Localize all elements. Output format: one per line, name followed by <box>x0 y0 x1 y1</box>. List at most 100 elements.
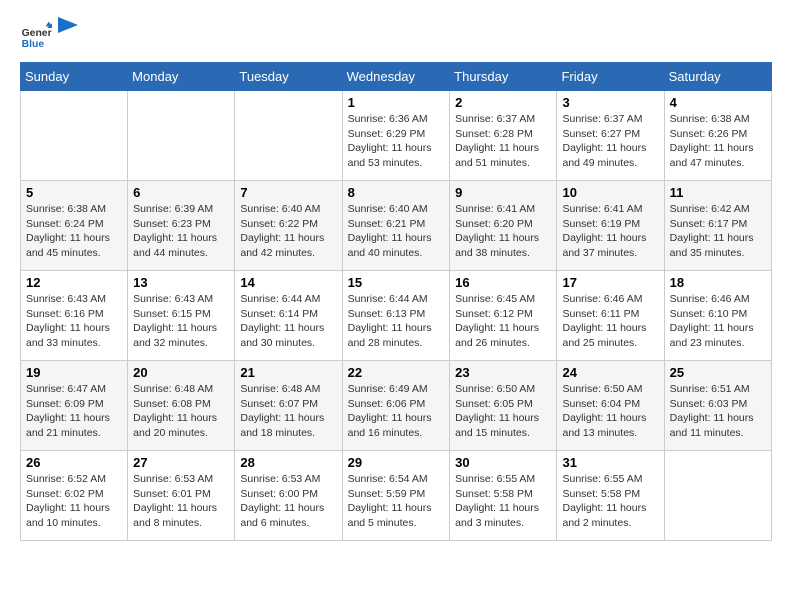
calendar-cell: 9 Sunrise: 6:41 AMSunset: 6:20 PMDaylight… <box>450 181 557 271</box>
logo-flag-icon <box>58 17 82 47</box>
calendar-cell: 19 Sunrise: 6:47 AMSunset: 6:09 PMDayligh… <box>21 361 128 451</box>
calendar-week-5: 26Sunrise: 6:52 AMSunset: 6:02 PMDayligh… <box>21 451 772 541</box>
day-info: Sunrise: 6:47 AMSunset: 6:09 PMDaylight:… <box>26 382 122 441</box>
day-number: 12 <box>26 275 122 290</box>
calendar-cell: 29 Sunrise: 6:54 AMSunset: 5:59 PMDayligh… <box>342 451 450 541</box>
day-number: 1 <box>348 95 445 110</box>
calendar-cell: 24Sunrise: 6:50 AMSunset: 6:04 PMDayligh… <box>557 361 664 451</box>
day-info: Sunrise: 6:44 AMSunset: 6:14 PMDaylight:… <box>240 292 336 351</box>
weekday-header-friday: Friday <box>557 63 664 91</box>
day-number: 8 <box>348 185 445 200</box>
calendar-table: SundayMondayTuesdayWednesdayThursdayFrid… <box>20 62 772 541</box>
calendar-cell: 4 Sunrise: 6:38 AMSunset: 6:26 PMDaylight… <box>664 91 771 181</box>
day-number: 15 <box>348 275 445 290</box>
day-info: Sunrise: 6:38 AMSunset: 6:26 PMDaylight:… <box>670 112 766 171</box>
day-info: Sunrise: 6:36 AMSunset: 6:29 PMDaylight:… <box>348 112 445 171</box>
day-number: 9 <box>455 185 551 200</box>
day-number: 13 <box>133 275 229 290</box>
calendar-cell: 2 Sunrise: 6:37 AMSunset: 6:28 PMDaylight… <box>450 91 557 181</box>
day-number: 29 <box>348 455 445 470</box>
day-info: Sunrise: 6:40 AMSunset: 6:21 PMDaylight:… <box>348 202 445 261</box>
calendar-cell: 28 Sunrise: 6:53 AMSunset: 6:00 PMDayligh… <box>235 451 342 541</box>
day-number: 27 <box>133 455 229 470</box>
calendar-cell: 23 Sunrise: 6:50 AMSunset: 6:05 PMDayligh… <box>450 361 557 451</box>
calendar-cell: 11 Sunrise: 6:42 AMSunset: 6:17 PMDayligh… <box>664 181 771 271</box>
day-info: Sunrise: 6:52 AMSunset: 6:02 PMDaylight:… <box>26 472 122 531</box>
svg-text:General: General <box>22 28 52 39</box>
day-number: 23 <box>455 365 551 380</box>
day-info: Sunrise: 6:53 AMSunset: 6:00 PMDaylight:… <box>240 472 336 531</box>
calendar-week-3: 12 Sunrise: 6:43 AMSunset: 6:16 PMDayligh… <box>21 271 772 361</box>
day-number: 18 <box>670 275 766 290</box>
day-info: Sunrise: 6:44 AMSunset: 6:13 PMDaylight:… <box>348 292 445 351</box>
calendar-cell <box>21 91 128 181</box>
day-info: Sunrise: 6:49 AMSunset: 6:06 PMDaylight:… <box>348 382 445 441</box>
calendar-cell: 26Sunrise: 6:52 AMSunset: 6:02 PMDayligh… <box>21 451 128 541</box>
calendar-cell: 22 Sunrise: 6:49 AMSunset: 6:06 PMDayligh… <box>342 361 450 451</box>
day-info: Sunrise: 6:46 AMSunset: 6:11 PMDaylight:… <box>562 292 658 351</box>
calendar-cell <box>664 451 771 541</box>
day-number: 2 <box>455 95 551 110</box>
day-number: 4 <box>670 95 766 110</box>
day-info: Sunrise: 6:40 AMSunset: 6:22 PMDaylight:… <box>240 202 336 261</box>
calendar-cell: 10 Sunrise: 6:41 AMSunset: 6:19 PMDayligh… <box>557 181 664 271</box>
calendar-cell: 25Sunrise: 6:51 AMSunset: 6:03 PMDayligh… <box>664 361 771 451</box>
calendar-cell: 6Sunrise: 6:39 AMSunset: 6:23 PMDaylight… <box>128 181 235 271</box>
calendar-cell: 16Sunrise: 6:45 AMSunset: 6:12 PMDayligh… <box>450 271 557 361</box>
day-number: 11 <box>670 185 766 200</box>
day-info: Sunrise: 6:42 AMSunset: 6:17 PMDaylight:… <box>670 202 766 261</box>
day-info: Sunrise: 6:41 AMSunset: 6:19 PMDaylight:… <box>562 202 658 261</box>
calendar-body: 1 Sunrise: 6:36 AMSunset: 6:29 PMDaylight… <box>21 91 772 541</box>
calendar-cell: 21Sunrise: 6:48 AMSunset: 6:07 PMDayligh… <box>235 361 342 451</box>
day-info: Sunrise: 6:50 AMSunset: 6:04 PMDaylight:… <box>562 382 658 441</box>
day-info: Sunrise: 6:54 AMSunset: 5:59 PMDaylight:… <box>348 472 445 531</box>
day-number: 30 <box>455 455 551 470</box>
day-info: Sunrise: 6:43 AMSunset: 6:15 PMDaylight:… <box>133 292 229 351</box>
day-info: Sunrise: 6:46 AMSunset: 6:10 PMDaylight:… <box>670 292 766 351</box>
day-info: Sunrise: 6:37 AMSunset: 6:27 PMDaylight:… <box>562 112 658 171</box>
calendar-header: SundayMondayTuesdayWednesdayThursdayFrid… <box>21 63 772 91</box>
calendar-cell: 13 Sunrise: 6:43 AMSunset: 6:15 PMDayligh… <box>128 271 235 361</box>
weekday-header-saturday: Saturday <box>664 63 771 91</box>
calendar-week-1: 1 Sunrise: 6:36 AMSunset: 6:29 PMDaylight… <box>21 91 772 181</box>
calendar-cell: 15 Sunrise: 6:44 AMSunset: 6:13 PMDayligh… <box>342 271 450 361</box>
calendar-cell: 14Sunrise: 6:44 AMSunset: 6:14 PMDayligh… <box>235 271 342 361</box>
weekday-header-tuesday: Tuesday <box>235 63 342 91</box>
weekday-header-thursday: Thursday <box>450 63 557 91</box>
weekday-header-wednesday: Wednesday <box>342 63 450 91</box>
calendar-cell: 5 Sunrise: 6:38 AMSunset: 6:24 PMDaylight… <box>21 181 128 271</box>
day-info: Sunrise: 6:53 AMSunset: 6:01 PMDaylight:… <box>133 472 229 531</box>
day-info: Sunrise: 6:50 AMSunset: 6:05 PMDaylight:… <box>455 382 551 441</box>
day-number: 10 <box>562 185 658 200</box>
calendar-week-2: 5 Sunrise: 6:38 AMSunset: 6:24 PMDaylight… <box>21 181 772 271</box>
calendar-week-4: 19 Sunrise: 6:47 AMSunset: 6:09 PMDayligh… <box>21 361 772 451</box>
calendar-cell: 7 Sunrise: 6:40 AMSunset: 6:22 PMDaylight… <box>235 181 342 271</box>
calendar-cell: 1 Sunrise: 6:36 AMSunset: 6:29 PMDaylight… <box>342 91 450 181</box>
day-number: 7 <box>240 185 336 200</box>
calendar-cell: 18 Sunrise: 6:46 AMSunset: 6:10 PMDayligh… <box>664 271 771 361</box>
calendar-cell <box>235 91 342 181</box>
day-info: Sunrise: 6:39 AMSunset: 6:23 PMDaylight:… <box>133 202 229 261</box>
day-number: 3 <box>562 95 658 110</box>
calendar-cell <box>128 91 235 181</box>
day-info: Sunrise: 6:45 AMSunset: 6:12 PMDaylight:… <box>455 292 551 351</box>
day-number: 17 <box>562 275 658 290</box>
day-number: 19 <box>26 365 122 380</box>
day-number: 22 <box>348 365 445 380</box>
svg-text:Blue: Blue <box>22 39 45 50</box>
calendar-cell: 30 Sunrise: 6:55 AMSunset: 5:58 PMDayligh… <box>450 451 557 541</box>
calendar-cell: 20Sunrise: 6:48 AMSunset: 6:08 PMDayligh… <box>128 361 235 451</box>
weekday-header-row: SundayMondayTuesdayWednesdayThursdayFrid… <box>21 63 772 91</box>
day-number: 5 <box>26 185 122 200</box>
day-number: 28 <box>240 455 336 470</box>
day-info: Sunrise: 6:55 AMSunset: 5:58 PMDaylight:… <box>455 472 551 531</box>
day-info: Sunrise: 6:43 AMSunset: 6:16 PMDaylight:… <box>26 292 122 351</box>
day-info: Sunrise: 6:48 AMSunset: 6:08 PMDaylight:… <box>133 382 229 441</box>
calendar-cell: 12 Sunrise: 6:43 AMSunset: 6:16 PMDayligh… <box>21 271 128 361</box>
page-header: General Blue <box>20 20 772 52</box>
day-info: Sunrise: 6:38 AMSunset: 6:24 PMDaylight:… <box>26 202 122 261</box>
day-number: 31 <box>562 455 658 470</box>
day-info: Sunrise: 6:41 AMSunset: 6:20 PMDaylight:… <box>455 202 551 261</box>
day-info: Sunrise: 6:37 AMSunset: 6:28 PMDaylight:… <box>455 112 551 171</box>
day-info: Sunrise: 6:48 AMSunset: 6:07 PMDaylight:… <box>240 382 336 441</box>
